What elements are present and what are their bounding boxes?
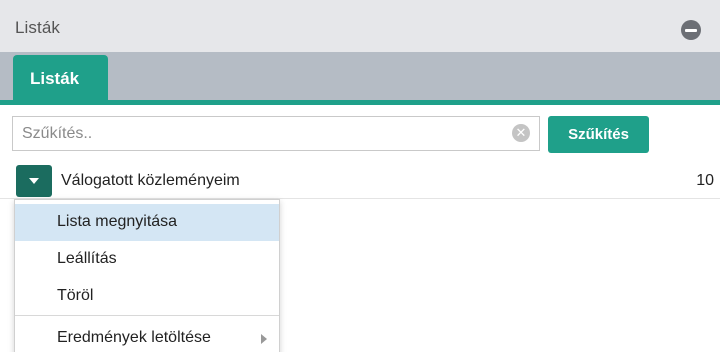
tab-listak[interactable]: Listák — [13, 55, 108, 102]
tab-bar: Listák — [0, 52, 720, 102]
menu-item-label: Lista megnyitása — [57, 213, 178, 230]
menu-item-delete[interactable]: Töröl — [15, 278, 279, 315]
panel-header: Listák — [0, 0, 720, 52]
menu-item-open-list[interactable]: Lista megnyitása — [15, 204, 279, 241]
menu-item-download-results[interactable]: Eredmények letöltése — [15, 320, 279, 352]
list-dropdown-menu: Lista megnyitása Leállítás Töröl Eredmén… — [14, 199, 280, 352]
panel-title: Listák — [15, 18, 61, 37]
filter-input[interactable] — [13, 117, 539, 150]
tab-underline — [0, 100, 720, 105]
list-name[interactable]: Válogatott közleményeim — [61, 172, 240, 190]
caret-down-icon — [29, 178, 39, 184]
list-count: 10 — [696, 172, 714, 189]
menu-item-stop[interactable]: Leállítás — [15, 241, 279, 278]
menu-item-label: Leállítás — [57, 250, 117, 267]
minus-circle-icon[interactable] — [681, 20, 701, 40]
menu-divider — [15, 315, 279, 316]
filter-field[interactable] — [12, 116, 540, 151]
tab-label: Listák — [30, 69, 80, 88]
minus-icon-bar — [685, 28, 697, 32]
menu-item-label: Eredmények letöltése — [57, 329, 211, 346]
menu-item-label: Töröl — [57, 287, 94, 304]
list-dropdown-button[interactable] — [16, 165, 52, 197]
filter-button[interactable]: Szűkítés — [548, 116, 649, 153]
clear-x-icon[interactable]: ✕ — [512, 124, 530, 142]
chevron-right-icon — [261, 334, 267, 344]
list-item[interactable]: Válogatott közleményeim 10 — [0, 163, 720, 199]
